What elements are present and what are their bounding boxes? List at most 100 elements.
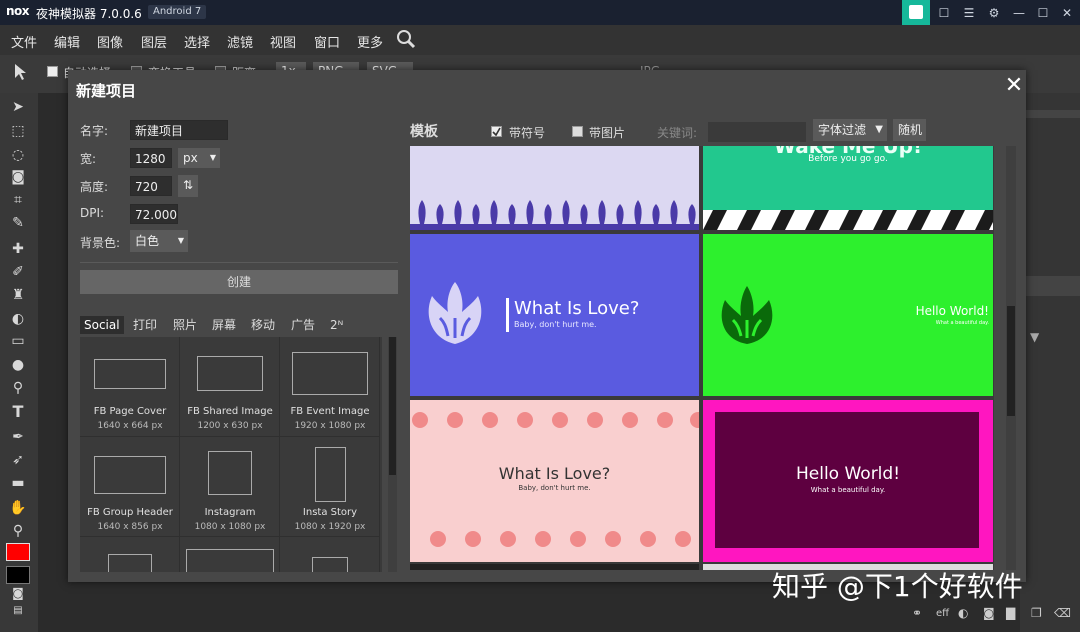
eraser-icon[interactable]: ◐ bbox=[9, 310, 27, 328]
dodge-icon[interactable]: ⚲ bbox=[9, 379, 27, 397]
menu-icon[interactable]: ☰ bbox=[960, 4, 978, 22]
unit-select[interactable]: px ▼ bbox=[178, 148, 220, 168]
panel-row bbox=[1026, 276, 1080, 296]
template-scrollbar-thumb[interactable] bbox=[1007, 306, 1015, 416]
preset-item[interactable] bbox=[180, 537, 280, 572]
preset-thumbnail bbox=[94, 456, 166, 494]
dpi-input[interactable]: 72.000 bbox=[130, 204, 178, 224]
move-tool-icon[interactable] bbox=[12, 62, 32, 82]
template-card[interactable]: Hello World! What a beautiful day. bbox=[703, 400, 993, 562]
gradient-icon[interactable]: ▭ bbox=[9, 332, 27, 350]
lasso-icon[interactable]: ◌ bbox=[9, 146, 27, 164]
text-icon[interactable]: T bbox=[9, 403, 27, 421]
adjust-icon[interactable]: ◐ bbox=[958, 606, 968, 620]
background-select[interactable]: 白色 ▼ bbox=[130, 230, 188, 252]
screen-mode-icon[interactable]: ▤ bbox=[9, 602, 27, 620]
dialog-title: 新建项目 bbox=[76, 82, 137, 100]
path-select-icon[interactable]: ➶ bbox=[9, 451, 27, 469]
with-symbols-checkbox[interactable] bbox=[491, 126, 502, 137]
template-card[interactable]: Wake Me Up! Before you go go. bbox=[703, 146, 993, 230]
close-icon[interactable]: ✕ bbox=[1002, 74, 1026, 98]
minimize-icon[interactable]: — bbox=[1010, 4, 1028, 22]
preset-name: Insta Story bbox=[302, 507, 358, 518]
search-icon[interactable] bbox=[396, 29, 416, 49]
new-layer-icon[interactable]: ❐ bbox=[1031, 606, 1042, 620]
preset-item[interactable]: FB Event Image 1920 x 1080 px bbox=[280, 337, 380, 437]
folder-icon[interactable]: ▇ bbox=[1006, 606, 1015, 620]
foreground-color-swatch[interactable] bbox=[6, 543, 30, 561]
blur-icon[interactable]: ● bbox=[9, 356, 27, 374]
menu-select[interactable]: 选择 bbox=[184, 32, 210, 51]
tab-print[interactable]: 打印 bbox=[133, 316, 157, 334]
pen-icon[interactable]: ✒ bbox=[9, 428, 27, 446]
brush-icon[interactable]: ✐ bbox=[9, 263, 27, 281]
nox-logo: nox bbox=[6, 4, 30, 18]
select-arrow-icon[interactable]: ➤ bbox=[9, 98, 27, 116]
zoom-tool-icon[interactable]: ⚲ bbox=[9, 522, 27, 540]
template-card[interactable] bbox=[410, 564, 699, 570]
preset-item[interactable]: Insta Story 1080 x 1920 px bbox=[280, 437, 380, 537]
width-input[interactable]: 1280 bbox=[130, 148, 172, 168]
menu-edit[interactable]: 编辑 bbox=[54, 32, 80, 51]
template-card[interactable] bbox=[410, 146, 699, 230]
emulator-home-button[interactable] bbox=[902, 0, 930, 25]
preset-item[interactable] bbox=[280, 537, 380, 572]
tab-screen[interactable]: 屏幕 bbox=[212, 316, 236, 334]
marquee-icon[interactable]: ⬚ bbox=[9, 122, 27, 140]
background-color-swatch[interactable] bbox=[6, 566, 30, 584]
link-icon[interactable]: ⚭ bbox=[912, 606, 922, 620]
with-images-checkbox[interactable] bbox=[572, 126, 583, 137]
dpi-label: DPI: bbox=[80, 206, 105, 220]
template-card[interactable]: What Is Love? Baby, don't hurt me. bbox=[410, 400, 699, 562]
tab-ads[interactable]: 广告 bbox=[291, 316, 315, 334]
crop-icon[interactable]: ⌗ bbox=[9, 191, 27, 209]
preset-item[interactable]: FB Shared Image 1200 x 630 px bbox=[180, 337, 280, 437]
menu-layer[interactable]: 图层 bbox=[141, 32, 167, 51]
template-card[interactable]: What Is Love? Baby, don't hurt me. bbox=[410, 234, 699, 396]
tab-photo[interactable]: 照片 bbox=[173, 316, 197, 334]
preset-scrollbar-thumb[interactable] bbox=[389, 337, 396, 475]
settings-icon[interactable]: ⚙ bbox=[985, 4, 1003, 22]
quick-mask-icon[interactable]: ◙ bbox=[9, 584, 27, 602]
menu-view[interactable]: 视图 bbox=[270, 32, 296, 51]
stamp-icon[interactable]: ♜ bbox=[9, 286, 27, 304]
menu-window[interactable]: 窗口 bbox=[314, 32, 340, 51]
random-button[interactable]: 随机 bbox=[893, 119, 926, 141]
keyword-input[interactable] bbox=[708, 122, 806, 142]
preset-item[interactable]: Instagram 1080 x 1080 px bbox=[180, 437, 280, 537]
mask-icon[interactable]: ◙ bbox=[983, 606, 995, 620]
trash-icon[interactable]: ⌫ bbox=[1054, 606, 1071, 620]
preset-item[interactable]: FB Group Header 1640 x 856 px bbox=[80, 437, 180, 537]
shape-icon[interactable]: ▬ bbox=[9, 474, 27, 492]
swap-dimensions-icon[interactable]: ⇅ bbox=[178, 175, 198, 197]
name-input[interactable]: 新建项目 bbox=[130, 120, 228, 140]
template-card[interactable]: Hello World! What a beautiful day. bbox=[703, 234, 993, 396]
maximize-icon[interactable]: ☐ bbox=[1034, 4, 1052, 22]
close-window-icon[interactable]: ✕ bbox=[1058, 4, 1076, 22]
menu-image[interactable]: 图像 bbox=[97, 32, 123, 51]
font-filter-select[interactable]: 字体过滤 ▼ bbox=[813, 119, 887, 141]
menu-more[interactable]: 更多 bbox=[357, 32, 383, 51]
panel-collapse-icon[interactable]: ▼ bbox=[1030, 330, 1039, 344]
healing-icon[interactable]: ✚ bbox=[9, 240, 27, 258]
height-input[interactable]: 720 bbox=[130, 176, 172, 196]
preset-scrollbar[interactable] bbox=[388, 337, 397, 572]
preset-item[interactable]: FB Page Cover 1640 x 664 px bbox=[80, 337, 180, 437]
tab-power-of-two[interactable]: 2ᴺ bbox=[330, 316, 343, 334]
menu-file[interactable]: 文件 bbox=[11, 32, 37, 51]
eyedropper-icon[interactable]: ✎ bbox=[9, 214, 27, 232]
menu-filter[interactable]: 滤镜 bbox=[227, 32, 253, 51]
template-scrollbar[interactable] bbox=[1006, 146, 1016, 570]
tab-social[interactable]: Social bbox=[80, 316, 124, 334]
hand-icon[interactable]: ✋ bbox=[9, 499, 27, 517]
shirt-icon[interactable]: ☐ bbox=[935, 4, 953, 22]
create-button[interactable]: 创建 bbox=[80, 270, 398, 294]
tab-mobile[interactable]: 移动 bbox=[251, 316, 275, 334]
background-value: 白色 bbox=[135, 234, 160, 248]
preset-thumbnail bbox=[186, 549, 274, 572]
magic-wand-icon[interactable]: ◙ bbox=[9, 168, 27, 186]
effects-icon[interactable]: eff bbox=[936, 608, 949, 619]
auto-select-checkbox[interactable] bbox=[47, 66, 58, 77]
preset-item[interactable] bbox=[80, 537, 180, 572]
preset-thumbnail bbox=[312, 557, 348, 572]
